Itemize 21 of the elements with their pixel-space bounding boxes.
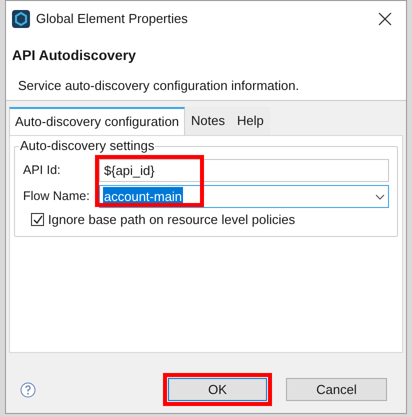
tab[interactable]: Notes	[185, 107, 231, 135]
checkmark-icon	[32, 215, 42, 224]
close-icon	[378, 12, 392, 26]
field-label: API Id:	[23, 162, 62, 180]
help-icon[interactable]	[20, 382, 36, 398]
tab[interactable]: Help	[231, 107, 270, 135]
tab[interactable]: Auto-discovery configuration	[9, 107, 186, 135]
checkbox-label: Ignore base path on resource level policies	[48, 211, 296, 229]
field-label: Flow Name:	[23, 188, 91, 206]
api-id-field[interactable]: ${api_id}	[99, 159, 389, 182]
flow-name-dropdown[interactable]: account-main	[99, 185, 389, 208]
chevron-down-icon	[375, 194, 385, 200]
dialog-button[interactable]: OK	[168, 378, 267, 401]
page-title: API Autodiscovery	[12, 46, 137, 65]
field-value: ${api_id}	[103, 162, 156, 180]
checkbox[interactable]	[31, 213, 44, 226]
group-title: Auto-discovery settings	[19, 138, 156, 154]
app-logo-icon	[12, 10, 30, 28]
dialog-button[interactable]: Cancel	[286, 378, 387, 401]
window-title: Global Element Properties	[36, 10, 188, 28]
page-description: Service auto-discovery configuration information.	[17, 77, 300, 95]
